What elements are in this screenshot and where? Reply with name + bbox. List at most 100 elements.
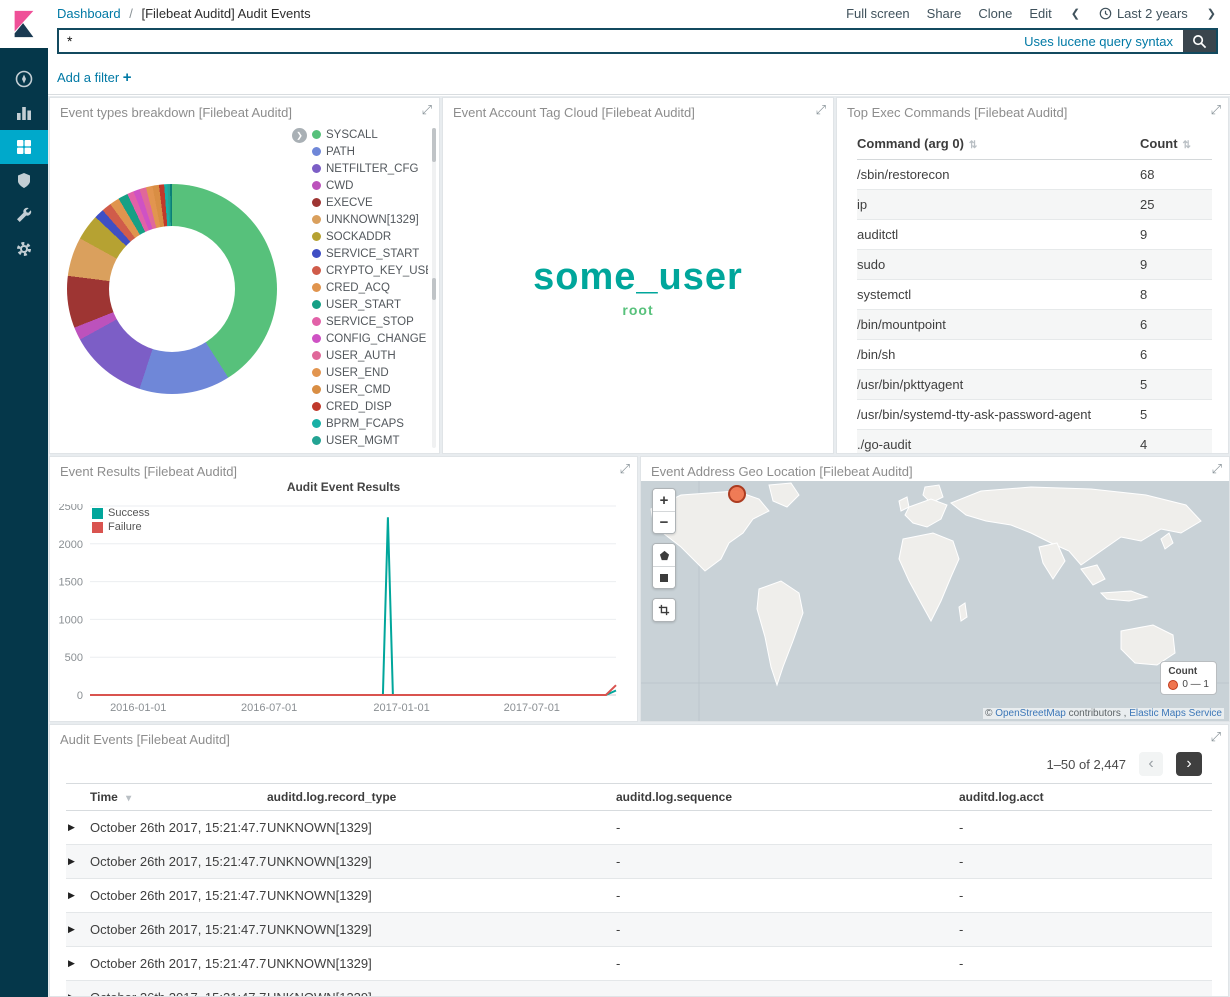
table-row[interactable]: sudo9 [857, 250, 1212, 280]
fit-bounds-button[interactable] [653, 599, 675, 621]
table-row[interactable]: /sbin/restorecon68 [857, 160, 1212, 190]
prev-page-button[interactable]: ‹ [1139, 752, 1163, 776]
col-time[interactable]: Time ▾ [90, 784, 267, 811]
table-row[interactable]: auditctl9 [857, 220, 1212, 250]
legend-item[interactable]: USER_END [312, 364, 428, 381]
table-row[interactable]: /bin/sh6 [857, 340, 1212, 370]
next-page-button[interactable]: › [1176, 752, 1202, 776]
col-sequence[interactable]: auditd.log.sequence [616, 784, 959, 811]
tag-word[interactable]: root [622, 303, 653, 317]
table-row[interactable]: systemctl8 [857, 280, 1212, 310]
kibana-logo[interactable] [0, 0, 48, 48]
clone-button[interactable]: Clone [978, 6, 1012, 21]
event-types-donut[interactable] [67, 184, 277, 394]
cell-sequence: - [616, 845, 959, 879]
add-filter-link[interactable]: Add a filter + [57, 69, 132, 86]
time-forward-icon[interactable]: ❯ [1205, 7, 1218, 20]
col-command[interactable]: Command (arg 0)⇅ [857, 128, 1140, 160]
col-record-type[interactable]: auditd.log.record_type [267, 784, 616, 811]
legend-item[interactable]: CRED_DISP [312, 398, 428, 415]
breadcrumb-dashboard-link[interactable]: Dashboard [57, 6, 121, 21]
expand-row-icon[interactable]: ▶ [66, 811, 90, 845]
legend-item[interactable]: CWD [312, 177, 428, 194]
legend-label: CRYPTO_KEY_USER [326, 265, 428, 277]
draw-rectangle-button[interactable] [653, 566, 675, 588]
tag-word[interactable]: some_user [533, 258, 743, 296]
expand-panel-icon[interactable]: ⤢ [1211, 102, 1221, 118]
legend-item[interactable]: PATH [312, 143, 428, 160]
legend-item[interactable]: EXECVE [312, 194, 428, 211]
legend-item[interactable]: USER_MGMT [312, 432, 428, 449]
legend-item[interactable]: USER_AUTH [312, 347, 428, 364]
legend-item[interactable]: CRYPTO_SESSION [312, 449, 428, 452]
time-picker[interactable]: Last 2 years [1099, 6, 1188, 21]
search-button[interactable] [1183, 30, 1216, 52]
query-input[interactable] [59, 30, 1024, 52]
cell-sequence: - [616, 811, 959, 845]
sidebar-item-dashboard[interactable] [0, 130, 48, 164]
expand-panel-icon[interactable]: ⤢ [816, 102, 826, 118]
legend-item[interactable]: CRYPTO_KEY_USER [312, 262, 428, 279]
legend-toggle-icon[interactable]: ❯ [292, 128, 307, 143]
y-tick-label: 500 [65, 652, 83, 664]
legend-item[interactable]: UNKNOWN[1329] [312, 211, 428, 228]
legend-item[interactable]: USER_START [312, 296, 428, 313]
geo-point-marker[interactable] [728, 485, 746, 503]
x-tick-label: 2017-07-01 [504, 702, 560, 714]
legend-item[interactable]: BPRM_FCAPS [312, 415, 428, 432]
legend-item[interactable]: SOCKADDR [312, 228, 428, 245]
draw-polygon-button[interactable] [653, 544, 675, 566]
table-header-row: Time ▾ auditd.log.record_type auditd.log… [66, 784, 1212, 811]
table-row[interactable]: ip25 [857, 190, 1212, 220]
legend-item[interactable]: SYSCALL [312, 126, 428, 143]
share-button[interactable]: Share [927, 6, 962, 21]
expand-panel-icon[interactable]: ⤢ [422, 102, 432, 118]
sidebar-item-timelion[interactable] [0, 164, 48, 198]
table-row[interactable]: /bin/mountpoint6 [857, 310, 1212, 340]
table-row[interactable]: /usr/bin/systemd-tty-ask-password-agent5 [857, 400, 1212, 430]
dashboard-grid: Event types breakdown [Filebeat Auditd] … [48, 96, 1230, 997]
cell-acct: - [959, 947, 1212, 981]
table-row[interactable]: ./go-audit4 [857, 430, 1212, 455]
legend-item[interactable]: USER_CMD [312, 381, 428, 398]
full-screen-button[interactable]: Full screen [846, 6, 910, 21]
cell-command: systemctl [857, 280, 1140, 310]
expand-panel-icon[interactable]: ⤢ [620, 461, 630, 477]
time-back-icon[interactable]: ❮ [1069, 7, 1082, 20]
legend-item[interactable]: SERVICE_STOP [312, 313, 428, 330]
expand-row-icon[interactable]: ▶ [66, 981, 90, 997]
sidebar-item-visualize[interactable] [0, 96, 48, 130]
sidebar-item-management[interactable] [0, 232, 48, 266]
edit-button[interactable]: Edit [1029, 6, 1051, 21]
openstreetmap-link[interactable]: OpenStreetMap [995, 708, 1066, 719]
table-row[interactable]: /usr/bin/pkttyagent5 [857, 370, 1212, 400]
legend-item[interactable]: CONFIG_CHANGE [312, 330, 428, 347]
legend-item[interactable]: Success [92, 506, 150, 520]
elastic-maps-link[interactable]: Elastic Maps Service [1129, 708, 1222, 719]
col-acct[interactable]: auditd.log.acct [959, 784, 1212, 811]
expand-row-icon[interactable]: ▶ [66, 913, 90, 947]
map-legend: Count 0 — 1 [1160, 661, 1217, 695]
expand-panel-icon[interactable]: ⤢ [1212, 461, 1222, 477]
legend-item[interactable]: NETFILTER_CFG [312, 160, 428, 177]
legend-item[interactable]: Failure [92, 520, 150, 534]
zoom-out-button[interactable]: − [653, 511, 675, 533]
donut-hole [109, 226, 235, 352]
sidebar-item-discover[interactable] [0, 62, 48, 96]
cell-command: /sbin/restorecon [857, 160, 1140, 190]
cell-acct: - [959, 981, 1212, 997]
panel-title: Event Address Geo Location [Filebeat Aud… [651, 464, 913, 479]
scrollbar-thumb[interactable] [432, 128, 436, 162]
lucene-syntax-link[interactable]: Uses lucene query syntax [1024, 34, 1173, 49]
scrollbar-thumb[interactable] [432, 278, 436, 300]
sidebar-item-dev-tools[interactable] [0, 198, 48, 232]
expand-row-icon[interactable]: ▶ [66, 845, 90, 879]
expand-panel-icon[interactable]: ⤢ [1211, 729, 1221, 745]
expand-row-icon[interactable]: ▶ [66, 947, 90, 981]
legend-item[interactable]: SERVICE_START [312, 245, 428, 262]
expand-row-icon[interactable]: ▶ [66, 879, 90, 913]
col-count[interactable]: Count⇅ [1140, 128, 1212, 160]
world-map[interactable] [641, 481, 1229, 721]
legend-item[interactable]: CRED_ACQ [312, 279, 428, 296]
zoom-in-button[interactable]: + [653, 489, 675, 511]
